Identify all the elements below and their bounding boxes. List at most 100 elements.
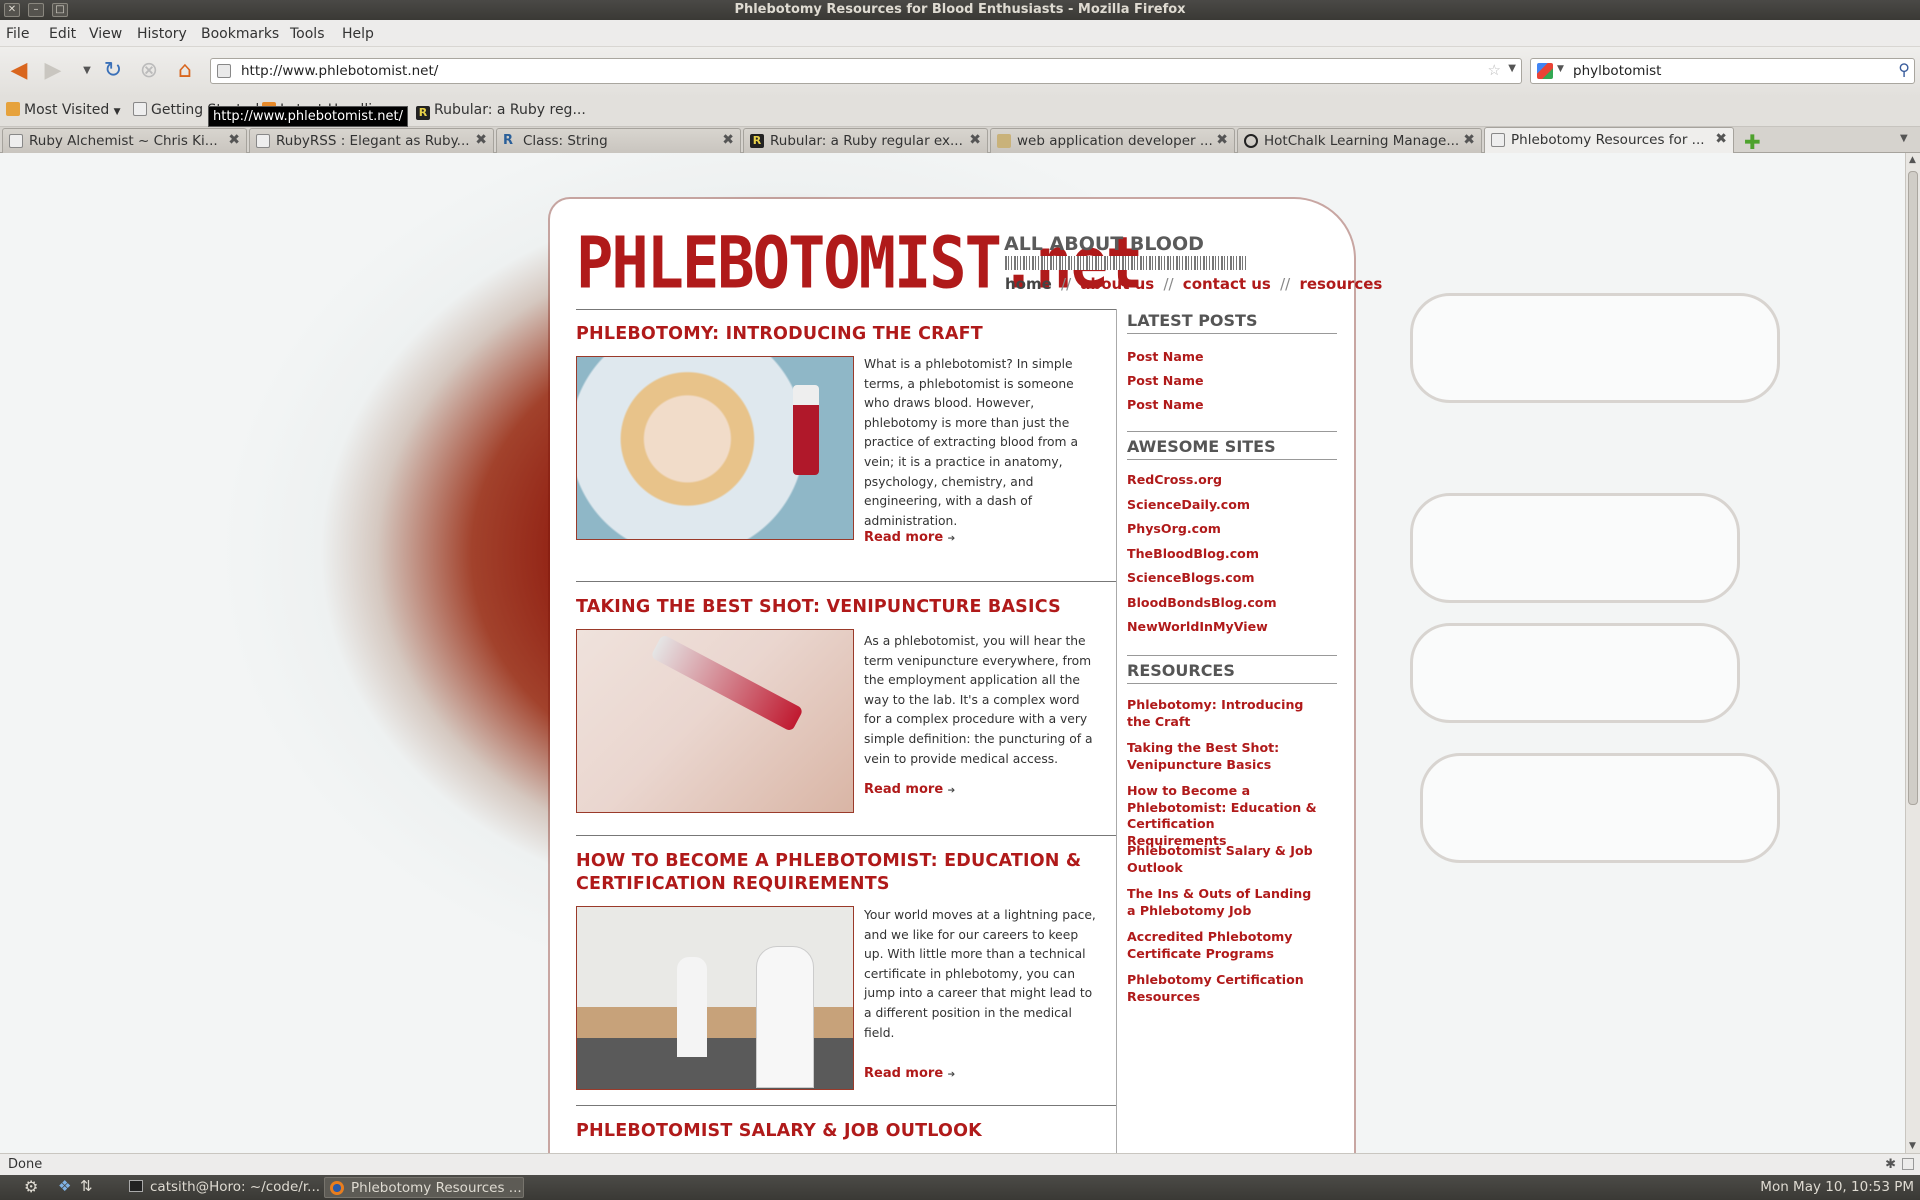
awesome-site-link[interactable]: NewWorldInMyView (1127, 619, 1317, 636)
scrollbar-thumb[interactable] (1908, 171, 1918, 805)
site-identity-icon[interactable] (217, 64, 231, 78)
network-updown-icon[interactable]: ⇅ (80, 1177, 93, 1195)
close-tab-icon[interactable]: ✖ (1216, 132, 1228, 148)
resource-link[interactable]: Phlebotomy: Introducing the Craft (1127, 697, 1317, 730)
taskbar-firefox[interactable]: Phlebotomy Resources ... (324, 1177, 524, 1198)
close-tab-icon[interactable]: ✖ (475, 132, 487, 148)
resource-link[interactable]: Phlebotomy Certification Resources (1127, 972, 1317, 1005)
post-title[interactable]: TAKING THE BEST SHOT: VENIPUNCTURE BASIC… (576, 596, 1061, 619)
tab-phlebotomy-active[interactable]: Phlebotomy Resources for ... ✖ (1484, 127, 1734, 154)
search-icon[interactable]: ⚲ (1898, 60, 1910, 79)
stop-icon[interactable]: ⊗ (136, 58, 162, 84)
resource-link[interactable]: Phlebotomist Salary & Job Outlook (1127, 843, 1317, 876)
search-bar[interactable]: ▼ phylbotomist ⚲ (1530, 58, 1915, 84)
tab-class-string[interactable]: R Class: String ✖ (496, 128, 741, 153)
venipuncture-needle-image[interactable] (576, 629, 854, 813)
nav-resources[interactable]: resources (1299, 275, 1382, 293)
page-icon (9, 134, 23, 148)
latest-post-link[interactable]: Post Name (1127, 349, 1317, 366)
bookmark-label: Most Visited (24, 102, 110, 118)
resource-link[interactable]: Taking the Best Shot: Venipuncture Basic… (1127, 740, 1317, 773)
nurse-with-blood-vial-image[interactable] (576, 356, 854, 540)
sidebar-divider (1127, 431, 1337, 432)
menu-view[interactable]: View (89, 26, 122, 42)
addon-bug-icon[interactable]: ✱ (1885, 1157, 1896, 1172)
menu-file[interactable]: File (6, 26, 29, 42)
craigslist-icon (997, 134, 1011, 148)
close-tab-icon[interactable]: ✖ (1463, 132, 1475, 148)
tab-rubyrss[interactable]: RubyRSS : Elegant as Ruby... ✖ (249, 128, 494, 153)
history-dropdown-icon[interactable]: ▼ (74, 58, 100, 84)
close-tab-icon[interactable]: ✖ (969, 132, 981, 148)
menu-tools[interactable]: Tools (290, 26, 325, 42)
resize-grip-icon[interactable] (1902, 1158, 1914, 1170)
resource-link[interactable]: The Ins & Outs of Landing a Phlebotomy J… (1127, 886, 1317, 919)
bookmark-rubular[interactable]: R Rubular: a Ruby reg... (416, 102, 586, 120)
menu-edit[interactable]: Edit (49, 26, 76, 42)
lab-team-image[interactable] (576, 906, 854, 1090)
awesome-site-link[interactable]: ScienceBlogs.com (1127, 570, 1317, 587)
awesome-site-link[interactable]: PhysOrg.com (1127, 521, 1317, 538)
post-title[interactable]: PHLEBOTOMIST SALARY & JOB OUTLOOK (576, 1120, 982, 1143)
latest-post-link[interactable]: Post Name (1127, 373, 1317, 390)
bookmark-most-visited[interactable]: Most Visited ▼ (6, 102, 121, 118)
home-icon[interactable]: ⌂ (172, 58, 198, 84)
tab-list-dropdown-icon[interactable]: ▼ (1900, 133, 1908, 144)
nav-contact-us[interactable]: contact us (1183, 275, 1271, 293)
post-item: TAKING THE BEST SHOT: VENIPUNCTURE BASIC… (576, 581, 1116, 835)
hotchalk-icon (1244, 134, 1258, 148)
url-history-dropdown-icon[interactable]: ▼ (1508, 63, 1516, 74)
vertical-scrollbar[interactable]: ▲ ▼ (1905, 153, 1920, 1153)
nav-home[interactable]: home (1005, 275, 1052, 293)
post-title[interactable]: HOW TO BECOME A PHLEBOTOMIST: EDUCATION … (576, 850, 1096, 896)
dropbox-icon[interactable]: ❖ (58, 1177, 71, 1195)
resource-link[interactable]: How to Become a Phlebotomist: Education … (1127, 783, 1317, 849)
latest-post-link[interactable]: Post Name (1127, 397, 1317, 414)
tab-label: HotChalk Learning Manage... (1264, 133, 1460, 149)
resource-link[interactable]: Accredited Phlebotomy Certificate Progra… (1127, 929, 1317, 962)
scroll-up-arrow-icon[interactable]: ▲ (1909, 155, 1916, 165)
panel-clock[interactable]: Mon May 10, 10:53 PM (1760, 1179, 1914, 1195)
url-text[interactable]: http://www.phlebotomist.net/ (241, 63, 438, 79)
tab-web-developer[interactable]: web application developer ... ✖ (990, 128, 1235, 153)
new-tab-plus-icon[interactable]: ✚ (1744, 130, 1761, 154)
menu-history[interactable]: History (137, 26, 187, 42)
show-desktop-icon[interactable]: ⚙ (24, 1177, 38, 1196)
back-arrow-icon[interactable]: ◀ (6, 58, 32, 84)
engine-dropdown-icon[interactable]: ▼ (1557, 64, 1564, 74)
awesome-site-link[interactable]: RedCross.org (1127, 472, 1317, 489)
read-more-link[interactable]: Read more ➔ (864, 530, 955, 545)
read-more-link[interactable]: Read more ➔ (864, 782, 955, 797)
bookmark-label: Rubular: a Ruby reg... (434, 102, 586, 118)
menu-bookmarks[interactable]: Bookmarks (201, 26, 279, 42)
awesome-site-link[interactable]: TheBloodBlog.com (1127, 546, 1317, 563)
close-tab-icon[interactable]: ✖ (1715, 131, 1727, 147)
bookmark-star-icon[interactable]: ☆ (1488, 61, 1501, 79)
awesome-site-link[interactable]: BloodBondsBlog.com (1127, 595, 1317, 612)
post-title[interactable]: PHLEBOTOMY: INTRODUCING THE CRAFT (576, 323, 983, 346)
tab-ruby-alchemist[interactable]: Ruby Alchemist ~ Chris Ki... ✖ (2, 128, 247, 153)
close-tab-icon[interactable]: ✖ (228, 132, 240, 148)
awesome-site-link[interactable]: ScienceDaily.com (1127, 497, 1317, 514)
tab-hotchalk[interactable]: HotChalk Learning Manage... ✖ (1237, 128, 1482, 153)
rubular-icon: R (750, 134, 764, 148)
doctor-figure (757, 947, 813, 1087)
scroll-down-arrow-icon[interactable]: ▼ (1909, 1141, 1916, 1151)
bottom-panel: ⚙ ❖ ⇅ catsith@Horo: ~/code/r... Phleboto… (0, 1175, 1920, 1200)
reload-icon[interactable]: ↻ (100, 58, 126, 84)
search-engine-google-icon[interactable] (1537, 63, 1553, 79)
chevron-down-icon: ▼ (113, 107, 121, 117)
forward-arrow-icon[interactable]: ▶ (40, 58, 66, 84)
tab-rubular[interactable]: R Rubular: a Ruby regular ex... ✖ (743, 128, 988, 153)
nav-separator: // (1280, 275, 1291, 293)
nav-about-us[interactable]: about us (1080, 275, 1154, 293)
folder-icon (6, 102, 20, 116)
firefox-icon (330, 1181, 344, 1195)
taskbar-terminal[interactable]: catsith@Horo: ~/code/r... (124, 1177, 320, 1198)
menu-help[interactable]: Help (342, 26, 374, 42)
post-item: PHLEBOTOMY: INTRODUCING THE CRAFT What i… (576, 309, 1116, 581)
search-input[interactable]: phylbotomist (1573, 63, 1661, 79)
close-tab-icon[interactable]: ✖ (722, 132, 734, 148)
url-bar[interactable]: http://www.phlebotomist.net/ ☆ ▼ (210, 58, 1522, 84)
read-more-link[interactable]: Read more ➔ (864, 1066, 955, 1081)
